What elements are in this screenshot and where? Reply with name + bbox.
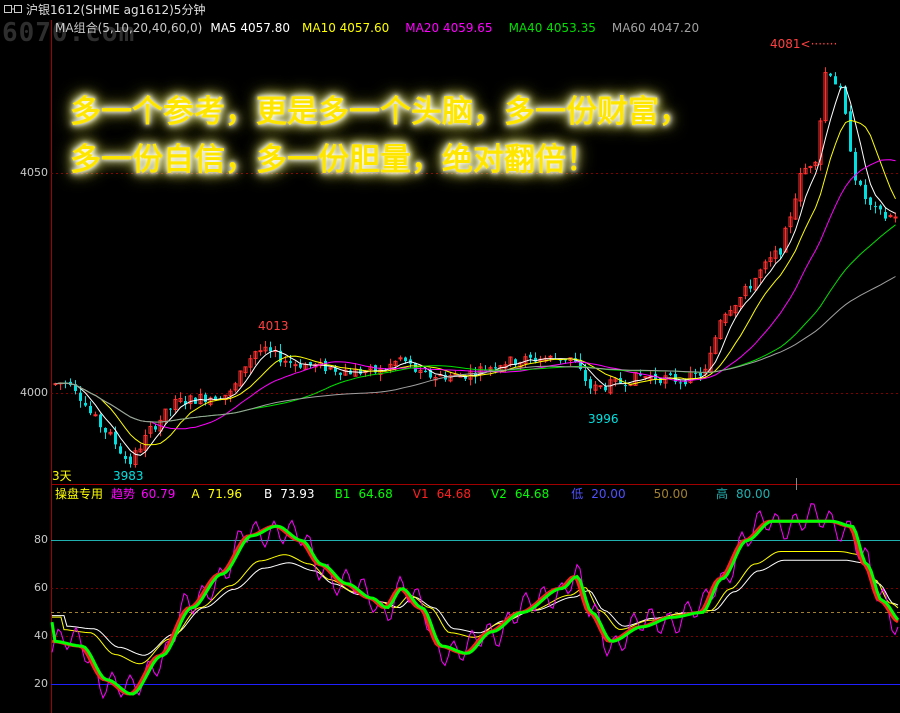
ind-legend-item-13: 低 — [571, 487, 584, 501]
ind-legend-item-0: 操盘专用 — [55, 487, 104, 501]
ma-legend-item-0: MA组合(5,10,20,40,60,0) — [55, 21, 203, 35]
ind-line-b — [52, 559, 899, 656]
ma-legend-item-2: MA10 4057.60 — [302, 21, 390, 35]
candle-body-down — [104, 427, 107, 433]
candle-body-up — [808, 166, 813, 169]
ma-legend-item-4: MA40 4053.35 — [508, 21, 596, 35]
ma-legend-item-1: MA5 4057.80 — [210, 21, 290, 35]
ma-legend-item-3: MA20 4059.65 — [405, 21, 493, 35]
ind-legend-item-4: 71.96 — [207, 487, 242, 501]
candle-body-down — [694, 372, 697, 374]
candle-body-down — [584, 370, 587, 382]
candle-body-down — [424, 370, 427, 373]
candle-body-up — [283, 360, 288, 363]
ind-legend-item-11: V2 — [491, 487, 507, 501]
ind-legend-item-12: 64.68 — [514, 487, 550, 501]
candle-body-down — [269, 347, 272, 352]
ind-legend-item-14: 20.00 — [591, 487, 626, 501]
candle-body-up — [293, 364, 298, 367]
ind-tick-20: 20 — [34, 677, 48, 690]
candle-body-down — [869, 197, 872, 205]
candle-body-down — [289, 361, 292, 363]
candle-body-up — [93, 414, 98, 417]
ind-tick-80: 80 — [34, 533, 48, 546]
candle-body-up — [258, 350, 263, 353]
low-annotation-left: 3983 — [113, 469, 144, 483]
ma20-line — [55, 159, 896, 430]
candle-body-down — [119, 446, 122, 454]
ind-line-trend — [51, 503, 899, 700]
candle-body-down — [604, 386, 607, 391]
candle-body-down — [679, 382, 682, 384]
indicator-legend: 操盘专用 趋势 60.79 A 71.96 B 73.93 B1 64.68 V1 64.68 V2 6… — [55, 487, 770, 501]
candle-body-down — [884, 211, 887, 219]
ind-legend-item-17: 80.00 — [735, 487, 771, 501]
candle-body-down — [339, 372, 342, 375]
low-annotation-mid: 3996 — [588, 412, 619, 426]
ind-line-v1 — [51, 519, 899, 696]
candle-body-down — [129, 456, 132, 465]
y-tick-4050: 4050 — [20, 166, 48, 179]
ind-legend-item-7: B1 — [334, 487, 351, 501]
ind-tick-60: 60 — [34, 581, 48, 594]
promo-line-1: 多一个参考，更是多一个头脑，多一份财富， — [70, 94, 690, 130]
candle-body-down — [124, 456, 127, 459]
candle-body-down — [529, 354, 532, 358]
candle-body-down — [404, 357, 407, 362]
ma40-line — [55, 224, 896, 423]
candle-body-down — [494, 367, 497, 369]
candle-body-down — [879, 205, 882, 210]
candle-body-down — [849, 111, 852, 152]
ind-tick-40: 40 — [34, 629, 48, 642]
candle-body-up — [548, 355, 553, 358]
ind-legend-item-2: 60.79 — [141, 487, 176, 501]
high-annotation-left: 4013 — [258, 319, 289, 333]
candle-body-up — [893, 216, 898, 219]
ind-legend-item-1: 趋势 — [111, 487, 136, 501]
candle-body-down — [99, 414, 102, 428]
chart-stage[interactable]: 沪银1612(SHME ag1612)5分钟 6070.com MA组合(5,1… — [0, 0, 900, 713]
ma-legend-item-5: MA60 4047.20 — [611, 21, 700, 35]
ind-legend-item-15: 50.00 — [653, 487, 688, 501]
ind-legend-item-8: 64.68 — [358, 487, 393, 501]
candle-body-down — [829, 73, 832, 76]
ind-legend-item-16: 高 — [715, 487, 728, 501]
promo-line-2: 多一份自信，多一份胆量，绝对翻倍！ — [70, 142, 597, 178]
candle-body-down — [114, 431, 117, 445]
high-annotation-right: 4081<······· — [770, 37, 838, 51]
ind-legend-item-6: 73.93 — [280, 487, 315, 501]
candle-body-down — [299, 363, 302, 368]
candle-body-up — [643, 376, 648, 379]
candle-body-down — [834, 76, 837, 85]
candle-body-down — [864, 184, 867, 200]
candle-body-down — [79, 392, 82, 401]
price-legend: MA组合(5,10,20,40,60,0) MA5 4057.80 MA10 405… — [55, 21, 699, 35]
days-label: 3天 — [52, 469, 72, 483]
y-tick-4000: 4000 — [20, 386, 48, 399]
candle-body-down — [859, 180, 862, 185]
candle-body-down — [84, 402, 87, 406]
candle-body-down — [589, 379, 592, 389]
candle-body-up — [598, 385, 603, 388]
candle-body-down — [669, 373, 672, 375]
candle-body-down — [699, 372, 702, 376]
candle-body-down — [839, 85, 842, 88]
candle-body-down — [749, 285, 752, 289]
ind-legend-item-10: 64.68 — [436, 487, 471, 501]
ind-legend-item-9: V1 — [412, 487, 429, 501]
candle-body-down — [624, 385, 627, 387]
candle-body-down — [874, 206, 877, 208]
ind-legend-item-5: B — [263, 487, 273, 501]
ind-line-v2 — [50, 519, 900, 696]
candle-body-down — [154, 426, 157, 430]
ind-legend-item-3: A — [191, 487, 200, 501]
candle-body-down — [169, 408, 172, 410]
candle-body-down — [89, 405, 92, 414]
candle-body-down — [204, 394, 207, 403]
candle-body-down — [779, 248, 782, 255]
